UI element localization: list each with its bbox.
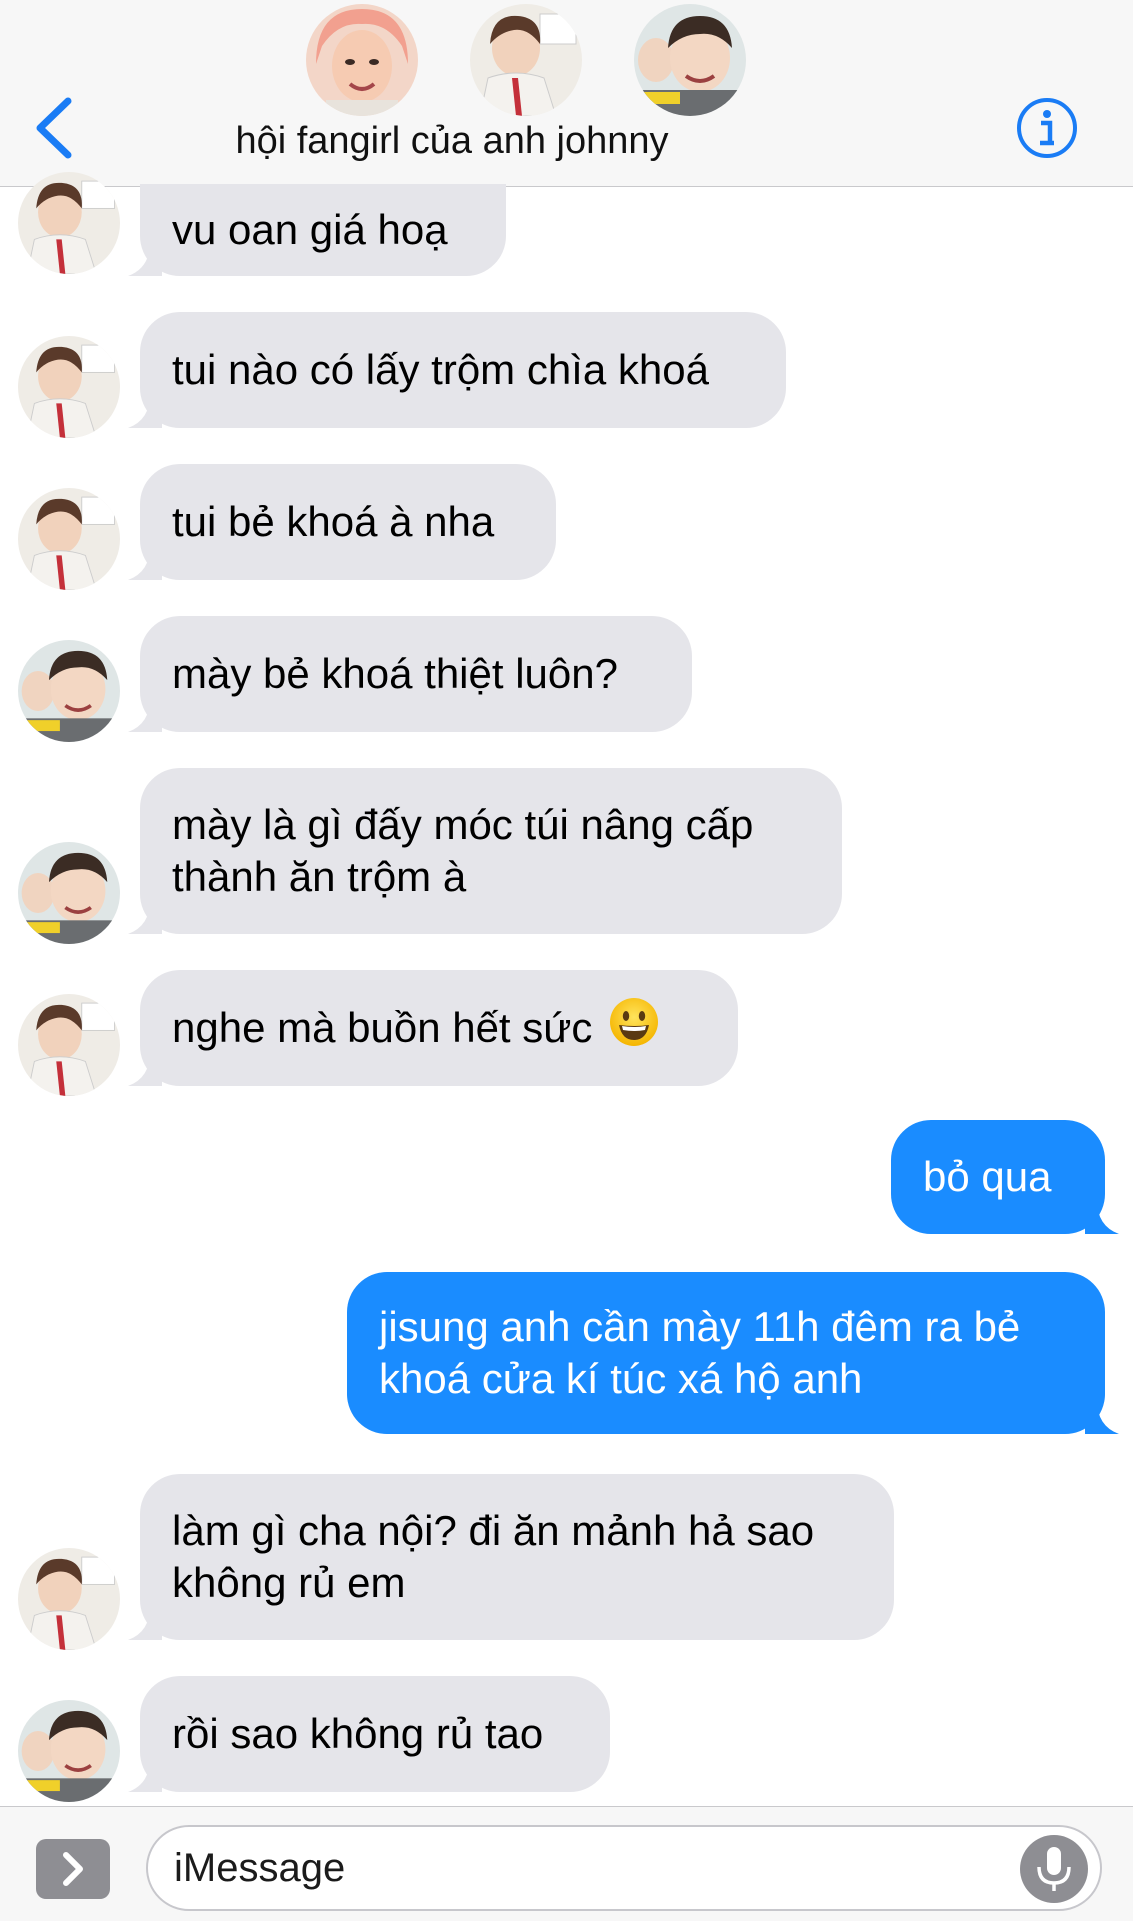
- message-text: jisung anh cần mày 11h đêm ra bẻ khoá cửa…: [379, 1301, 1020, 1405]
- message-text: rồi sao không rủ tao: [172, 1708, 543, 1760]
- chevron-right-icon: [63, 1852, 83, 1886]
- incoming-message[interactable]: làm gì cha nội? đi ăn mảnh hả sao không r…: [0, 1474, 1133, 1650]
- outgoing-message[interactable]: bỏ qua: [0, 1120, 1133, 1234]
- group-title[interactable]: hội fangirl của anh johnny: [0, 120, 904, 163]
- message-line: mày là gì đấy móc túi nâng cấp: [172, 801, 754, 848]
- message-line: bỏ qua: [923, 1153, 1052, 1200]
- message-line: thành ăn trộm à: [172, 853, 467, 900]
- incoming-message[interactable]: rồi sao không rủ tao: [0, 1676, 1133, 1802]
- message-text: làm gì cha nội? đi ăn mảnh hả sao không r…: [172, 1505, 814, 1609]
- sender-avatar[interactable]: [18, 994, 120, 1096]
- message-bubble[interactable]: rồi sao không rủ tao: [140, 1676, 610, 1792]
- microphone-icon: [1037, 1847, 1071, 1891]
- message-input-placeholder: iMessage: [174, 1846, 346, 1890]
- message-text: tui nào có lấy trộm chìa khoá: [172, 344, 709, 396]
- apps-button[interactable]: [36, 1839, 110, 1899]
- member-avatar-c[interactable]: [634, 4, 746, 116]
- conversation-header: hội fangirl của anh johnny: [0, 0, 1133, 187]
- member-avatar-pink-hair[interactable]: [306, 4, 418, 116]
- incoming-message[interactable]: tui bẻ khoá à nha: [0, 464, 1133, 590]
- message-text: bỏ qua: [923, 1151, 1051, 1203]
- message-bubble[interactable]: jisung anh cần mày 11h đêm ra bẻ khoá cửa…: [347, 1272, 1105, 1434]
- incoming-message[interactable]: mày bẻ khoá thiệt luôn?: [0, 616, 1133, 742]
- sender-avatar[interactable]: [18, 336, 120, 438]
- outgoing-message[interactable]: jisung anh cần mày 11h đêm ra bẻ khoá cửa…: [0, 1272, 1133, 1434]
- message-line: jisung anh cần mày 11h đêm ra bẻ: [379, 1303, 1021, 1350]
- incoming-message[interactable]: nghe mà buồn hết sức: [0, 970, 1133, 1096]
- sender-avatar[interactable]: [18, 1700, 120, 1802]
- message-line: nghe mà buồn hết sức: [172, 996, 660, 1060]
- info-button[interactable]: [1016, 97, 1078, 159]
- message-line: làm gì cha nội? đi ăn mảnh hả sao: [172, 1507, 815, 1554]
- info-icon: [1017, 98, 1077, 158]
- message-line: rồi sao không rủ tao: [172, 1710, 544, 1757]
- message-text: mày là gì đấy móc túi nâng cấp thành ăn t…: [172, 799, 753, 903]
- message-line: mày bẻ khoá thiệt luôn?: [172, 650, 618, 697]
- sender-avatar[interactable]: [18, 488, 120, 590]
- sender-avatar[interactable]: [18, 172, 120, 274]
- message-bubble[interactable]: tui nào có lấy trộm chìa khoá: [140, 312, 786, 428]
- message-line: tui nào có lấy trộm chìa khoá: [172, 346, 709, 393]
- message-bubble[interactable]: mày là gì đấy móc túi nâng cấp thành ăn t…: [140, 768, 842, 934]
- message-bubble[interactable]: bỏ qua: [891, 1120, 1105, 1234]
- message-bubble[interactable]: tui bẻ khoá à nha: [140, 464, 556, 580]
- message-text: mày bẻ khoá thiệt luôn?: [172, 648, 618, 700]
- message-bubble[interactable]: vu oan giá hoạ: [140, 184, 506, 276]
- sender-avatar[interactable]: [18, 1548, 120, 1650]
- compose-bar: iMessage: [0, 1806, 1133, 1921]
- microphone-button[interactable]: [1020, 1835, 1088, 1903]
- message-text: nghe mà buồn hết sức: [172, 996, 660, 1060]
- message-bubble[interactable]: nghe mà buồn hết sức: [140, 970, 738, 1086]
- incoming-message[interactable]: tui nào có lấy trộm chìa khoá: [0, 312, 1133, 438]
- incoming-message[interactable]: mày là gì đấy móc túi nâng cấp thành ăn t…: [0, 768, 1133, 944]
- grinning-face-icon: [608, 996, 660, 1060]
- message-input[interactable]: iMessage: [146, 1825, 1102, 1911]
- message-bubble[interactable]: làm gì cha nội? đi ăn mảnh hả sao không r…: [140, 1474, 894, 1640]
- message-text: vu oan giá hoạ: [172, 204, 448, 256]
- group-avatars[interactable]: [0, 0, 1133, 120]
- message-bubble[interactable]: mày bẻ khoá thiệt luôn?: [140, 616, 692, 732]
- member-avatar-b[interactable]: [470, 4, 582, 116]
- message-line: không rủ em: [172, 1559, 406, 1606]
- sender-avatar[interactable]: [18, 842, 120, 944]
- message-text: tui bẻ khoá à nha: [172, 496, 494, 548]
- message-line: vu oan giá hoạ: [172, 206, 448, 253]
- message-line: tui bẻ khoá à nha: [172, 498, 495, 545]
- message-line: khoá cửa kí túc xá hộ anh: [379, 1355, 863, 1402]
- incoming-message[interactable]: vu oan giá hoạ: [0, 172, 1133, 276]
- sender-avatar[interactable]: [18, 640, 120, 742]
